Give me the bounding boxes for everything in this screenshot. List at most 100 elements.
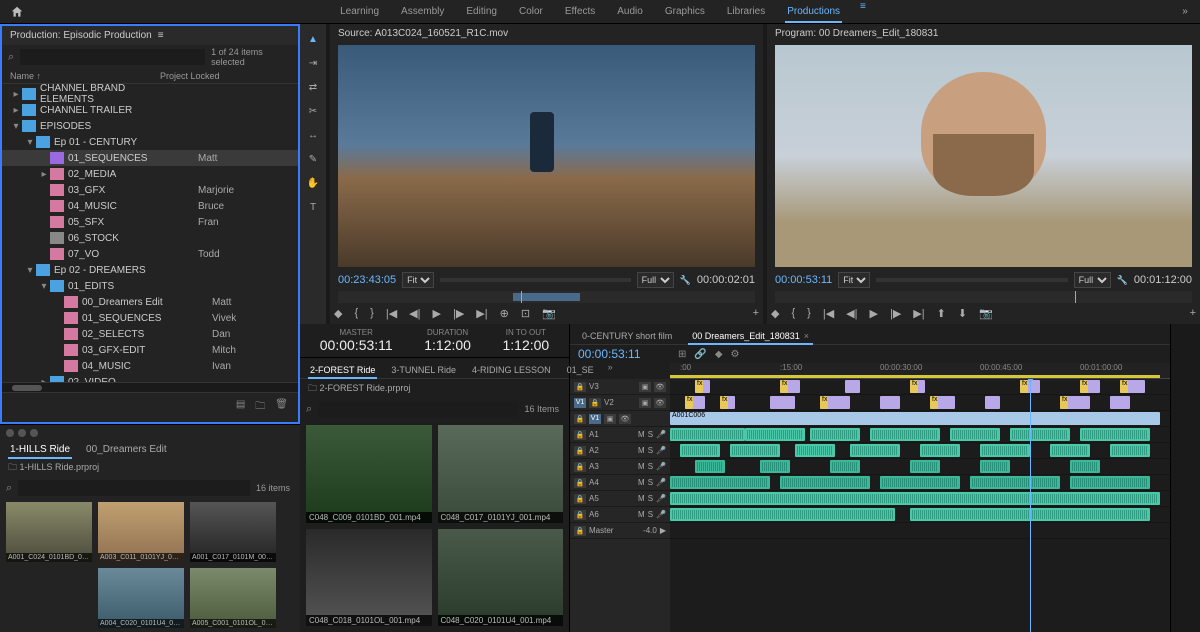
- program-zoom[interactable]: Fit: [838, 272, 870, 288]
- fx-marker[interactable]: fx: [910, 380, 918, 393]
- track-header-a4[interactable]: 🔒A4MS🎤: [570, 475, 670, 491]
- source-scrubber[interactable]: [338, 291, 755, 303]
- timeline-clip[interactable]: [670, 508, 895, 521]
- fx-marker[interactable]: fx: [780, 380, 788, 393]
- track-lane[interactable]: [670, 459, 1170, 475]
- selection-tool[interactable]: ▲: [304, 30, 322, 48]
- timeline-clip[interactable]: [980, 444, 1030, 457]
- insert-icon[interactable]: ⊕: [500, 307, 509, 320]
- overwrite-icon[interactable]: ⊡: [521, 307, 530, 320]
- timeline-clip[interactable]: [1080, 428, 1150, 441]
- ws-productions[interactable]: Productions: [785, 1, 842, 22]
- step-fwd-icon[interactable]: |▶: [890, 307, 901, 320]
- timeline-clip[interactable]: [1070, 476, 1150, 489]
- source-view[interactable]: [338, 45, 755, 267]
- workspace-overflow[interactable]: »: [1170, 6, 1200, 17]
- track-lane[interactable]: fxfxfxfxfxfx: [670, 379, 1170, 395]
- panel-hscroll[interactable]: [2, 382, 298, 392]
- timeline-clip[interactable]: [880, 396, 900, 409]
- tree-item[interactable]: 01_SEQUENCESVivek: [2, 310, 298, 326]
- wrench-icon[interactable]: 🔧: [1117, 275, 1128, 286]
- goto-in-icon[interactable]: |◀: [823, 307, 834, 320]
- timeline-clip[interactable]: [985, 396, 1000, 409]
- ws-libraries[interactable]: Libraries: [725, 1, 767, 22]
- col-lock[interactable]: Project Locked: [160, 71, 220, 81]
- timeline-clip[interactable]: [670, 428, 745, 441]
- settings-icon[interactable]: ⚙: [731, 349, 740, 360]
- track-lane[interactable]: [670, 427, 1170, 443]
- timeline-ruler[interactable]: :00 :15:00 00:00:30:00 00:00:45:00 00:01…: [670, 363, 1170, 379]
- tree-item[interactable]: 00_Dreamers EditMatt: [2, 294, 298, 310]
- timeline-clip[interactable]: [730, 444, 780, 457]
- bin-tab-hills[interactable]: 1-HILLS Ride: [8, 441, 72, 458]
- track-header-a6[interactable]: 🔒A6MS🎤: [570, 507, 670, 523]
- col-name[interactable]: Name ↑: [10, 71, 160, 81]
- timeline-clip[interactable]: [795, 444, 835, 457]
- source-zoom[interactable]: Fit: [402, 272, 434, 288]
- home-button[interactable]: [0, 0, 34, 24]
- step-back-icon[interactable]: ◀|: [846, 307, 857, 320]
- step-fwd-icon[interactable]: |▶: [453, 307, 464, 320]
- goto-in-icon[interactable]: |◀: [386, 307, 397, 320]
- timeline-clip[interactable]: [1070, 460, 1100, 473]
- slip-tool[interactable]: ↔: [304, 126, 322, 144]
- clip-thumb[interactable]: C048_C018_0101OL_001.mp4: [306, 529, 432, 627]
- fx-marker[interactable]: fx: [720, 396, 728, 409]
- timeline-clip[interactable]: A001C006: [670, 412, 1160, 425]
- fx-marker[interactable]: fx: [930, 396, 938, 409]
- bin-search-input[interactable]: [18, 480, 250, 496]
- tree-item[interactable]: ▾01_EDITS: [2, 278, 298, 294]
- timeline-clip[interactable]: [845, 380, 860, 393]
- track-lane[interactable]: [670, 523, 1170, 539]
- razor-tool[interactable]: ✂: [304, 102, 322, 120]
- tree-item[interactable]: ▸CHANNEL TRAILER: [2, 102, 298, 118]
- ws-assembly[interactable]: Assembly: [399, 1, 446, 22]
- track-lane[interactable]: [670, 491, 1170, 507]
- source-tc[interactable]: 00:23:43:05: [338, 274, 396, 286]
- tree-item[interactable]: 03_GFX-EDITMitch: [2, 342, 298, 358]
- export-frame-icon[interactable]: 📷: [542, 307, 556, 320]
- ws-learning[interactable]: Learning: [338, 1, 381, 22]
- add-btn-icon[interactable]: +: [753, 307, 759, 320]
- bin-thumb[interactable]: A004_C020_0101U4_001.m...: [98, 568, 184, 628]
- track-lane[interactable]: fxfxfxfxfx: [670, 395, 1170, 411]
- extract-icon[interactable]: ⬇: [958, 307, 967, 320]
- timeline-clip[interactable]: [910, 460, 940, 473]
- clip-thumb[interactable]: C048_C017_0101YJ_001.mp4: [438, 425, 564, 523]
- pen-tool[interactable]: ✎: [304, 150, 322, 168]
- play-icon[interactable]: ▶: [870, 307, 878, 320]
- seq-tab-tunnel[interactable]: 3-TUNNEL Ride: [389, 362, 458, 378]
- timeline-clip[interactable]: [745, 428, 805, 441]
- fx-marker[interactable]: fx: [685, 396, 693, 409]
- tree-item[interactable]: ▾Ep 01 - CENTURY: [2, 134, 298, 150]
- timeline-clip[interactable]: [1110, 396, 1130, 409]
- export-frame-icon[interactable]: 📷: [979, 307, 993, 320]
- goto-out-icon[interactable]: ▶|: [476, 307, 487, 320]
- tree-item[interactable]: ▾EPISODES: [2, 118, 298, 134]
- snap-icon[interactable]: ⊞: [678, 349, 686, 360]
- seq-tab-riding[interactable]: 4-RIDING LESSON: [470, 362, 553, 378]
- playhead[interactable]: [1030, 379, 1031, 632]
- fx-marker[interactable]: fx: [1080, 380, 1088, 393]
- tree-item[interactable]: 04_MUSICBruce: [2, 198, 298, 214]
- tree-item[interactable]: 05_SFXFran: [2, 214, 298, 230]
- program-scrubber[interactable]: [775, 291, 1192, 303]
- timeline-clip[interactable]: [770, 396, 795, 409]
- track-header-v1[interactable]: 🔒V1▣👁: [570, 411, 670, 427]
- out-icon[interactable]: }: [370, 307, 374, 320]
- clip-thumb[interactable]: C048_C009_0101BD_001.mp4: [306, 425, 432, 523]
- bin-thumb[interactable]: A005_C001_0101OL_001.m...: [190, 568, 276, 628]
- step-back-icon[interactable]: ◀|: [409, 307, 420, 320]
- timeline-clip[interactable]: [970, 476, 1060, 489]
- tl-tab-century[interactable]: 0-CENTURY short film: [578, 328, 676, 344]
- timeline-clip[interactable]: [1050, 444, 1090, 457]
- track-lane[interactable]: [670, 507, 1170, 523]
- fx-marker[interactable]: fx: [695, 380, 703, 393]
- timeline-clip[interactable]: [760, 460, 790, 473]
- program-res[interactable]: Full: [1074, 272, 1111, 288]
- seq-tab-forest[interactable]: 2-FOREST Ride: [308, 362, 377, 378]
- bin-thumb[interactable]: A003_C011_0101YJ_001.m...: [98, 502, 184, 562]
- timeline-clip[interactable]: [830, 460, 860, 473]
- timeline-clip[interactable]: [780, 476, 870, 489]
- tl-tab-dreamers[interactable]: 00 Dreamers_Edit_180831×: [688, 328, 813, 344]
